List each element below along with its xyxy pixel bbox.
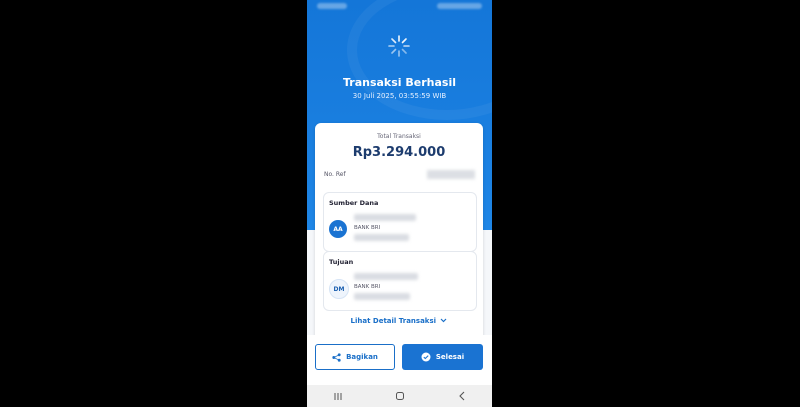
destination-avatar: DM [329, 279, 349, 299]
phone-screen: Transaksi Berhasil 30 Juli 2025, 03:55:5… [307, 0, 492, 407]
view-detail-link[interactable]: Lihat Detail Transaksi [315, 317, 483, 325]
source-name-blurred [354, 214, 416, 221]
status-time-blurred [317, 3, 347, 9]
done-label: Selesai [435, 353, 465, 361]
share-button[interactable]: Bagikan [315, 344, 395, 370]
system-nav-bar [307, 385, 492, 407]
transaction-card: Total Transaksi Rp3.294.000 No. Ref Sumb… [315, 123, 483, 343]
destination-title: Tujuan [329, 258, 354, 266]
destination-bank: BANK BRI [354, 284, 381, 290]
page-title: Transaksi Berhasil [342, 76, 457, 89]
recent-apps-icon[interactable] [333, 392, 343, 401]
back-icon[interactable] [458, 391, 466, 401]
share-label: Bagikan [346, 353, 378, 361]
status-bar [307, 0, 492, 12]
source-avatar: AA [329, 220, 347, 238]
check-circle-icon [421, 352, 431, 362]
source-bank: BANK BRI [354, 225, 381, 231]
total-label: Total Transaksi [377, 133, 421, 140]
destination-name-blurred [354, 273, 418, 280]
ref-label: No. Ref [324, 171, 346, 178]
destination-account-blurred [354, 293, 410, 300]
share-icon [332, 352, 341, 362]
header-decoration [347, 0, 492, 120]
home-icon[interactable] [395, 391, 405, 401]
done-button[interactable]: Selesai [402, 344, 483, 370]
destination-section: Tujuan DM BANK BRI [323, 251, 477, 311]
ref-value-blurred [427, 170, 475, 179]
total-amount: Rp3.294.000 [352, 145, 446, 160]
source-account-blurred [354, 234, 409, 241]
action-bar: Bagikan Selesai [307, 335, 492, 385]
transaction-datetime: 30 Juli 2025, 03:55:59 WIB [352, 92, 447, 100]
source-title: Sumber Dana [329, 199, 379, 207]
loading-spinner-icon [388, 35, 410, 57]
status-icons-blurred [437, 3, 482, 9]
source-section: Sumber Dana AA BANK BRI [323, 192, 477, 252]
view-detail-label: Lihat Detail Transaksi [350, 317, 437, 325]
chevron-down-icon [441, 318, 447, 323]
